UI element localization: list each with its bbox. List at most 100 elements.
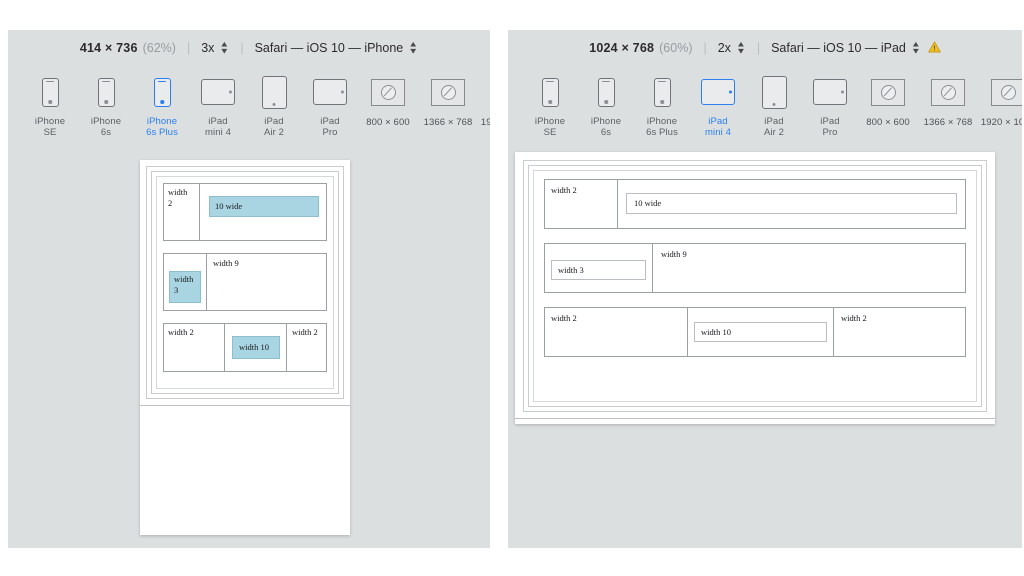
right-row2: width 3 width 9: [544, 243, 966, 293]
device-item-iphone-6s[interactable]: iPhone 6s: [78, 72, 134, 138]
device-item-iphone-se[interactable]: iPhone SE: [22, 72, 78, 138]
browser-window-icon: [371, 78, 405, 106]
device-item-ipad-air-2[interactable]: iPad Air 2: [246, 72, 302, 138]
left-row3-col-left: width 2: [164, 324, 225, 371]
tablet-portrait-icon: [261, 75, 287, 109]
right-row1-right-label: 10 wide: [634, 198, 662, 208]
right-dimensions-label[interactable]: 1024 × 768: [589, 41, 654, 55]
right-row1-col-right: 10 wide: [618, 180, 965, 228]
device-label-iphone-6s-plus: iPhone 6s Plus: [146, 116, 178, 138]
left-zoom-percent-label: (62%): [142, 41, 176, 55]
left-device-strip[interactable]: iPhone SE iPhone 6s iPhone 6s Plus iPad min…: [8, 66, 490, 138]
right-user-agent-label[interactable]: Safari — iOS 10 — iPad: [771, 41, 906, 55]
browser-window-icon: [931, 78, 965, 106]
phone-icon: [153, 77, 171, 107]
device-item-ipad-mini-4[interactable]: iPad mini 4: [690, 72, 746, 138]
device-item-iphone-6s-plus[interactable]: iPhone 6s Plus: [134, 72, 190, 138]
responsive-design-mode-panel-right: 1024 × 768 (60%) | 2x ▲ ▼ | Safari — iOS …: [508, 30, 1022, 548]
right-row2-col-left: width 3: [545, 244, 653, 292]
right-frame-outer: width 2 10 wide width 3 width 9 width 2 …: [523, 160, 987, 412]
left-row2-col-right: width 9: [207, 254, 326, 310]
left-header-separator-2: |: [240, 41, 244, 55]
left-frame-mid: width 2 10 wide width 3 width 9 width 2 …: [151, 171, 339, 394]
device-glyph-iphone-se: [541, 72, 559, 112]
left-row1-col-left: width 2: [164, 184, 200, 240]
device-item-ipad-mini-4[interactable]: iPad mini 4: [190, 72, 246, 138]
device-item-res-800[interactable]: 800 × 600: [358, 72, 418, 128]
right-header-bar: 1024 × 768 (60%) | 2x ▲ ▼ | Safari — iOS …: [508, 30, 1022, 66]
device-glyph-ipad-pro: [813, 72, 847, 112]
tablet-landscape-icon: [201, 79, 235, 105]
left-row2-right-label: width 9: [213, 258, 239, 268]
right-row3-left-label: width 2: [551, 313, 577, 323]
right-row2-right-label: width 9: [661, 249, 687, 259]
left-header-bar: 414 × 736 (62%) | 3x ▲ ▼ | Safari — iOS 1…: [8, 30, 490, 66]
phone-icon: [597, 77, 615, 107]
device-label-ipad-pro: iPad Pro: [320, 116, 340, 138]
left-user-agent-stepper-icon[interactable]: ▲ ▼: [408, 41, 418, 56]
device-item-res-1366[interactable]: 1366 × 768: [418, 72, 478, 128]
browser-window-icon: [991, 78, 1022, 106]
right-row2-inner-box: width 3: [551, 260, 646, 280]
device-glyph-res-1366: [931, 72, 965, 112]
right-user-agent-stepper-icon[interactable]: ▲ ▼: [911, 41, 921, 56]
device-glyph-ipad-pro: [313, 72, 347, 112]
device-label-res-1366: 1366 × 768: [923, 117, 973, 128]
device-item-ipad-air-2[interactable]: iPad Air 2: [746, 72, 802, 138]
right-frame-inner: width 2 10 wide width 3 width 9 width 2 …: [533, 170, 977, 402]
right-viewport-divider: [515, 418, 995, 419]
tablet-landscape-icon: [701, 79, 735, 105]
right-row3-middle-label: width 10: [701, 326, 731, 337]
device-label-ipad-air-2: iPad Air 2: [263, 116, 285, 138]
right-header-separator-2: |: [756, 41, 761, 55]
right-row3-inner-box: width 10: [694, 322, 827, 342]
safari-compass-icon: [380, 84, 396, 100]
browser-window-icon: [431, 78, 465, 106]
device-item-res-800[interactable]: 800 × 600: [858, 72, 918, 128]
device-label-res-1366: 1366 × 768: [423, 117, 473, 128]
right-device-strip[interactable]: iPhone SE iPhone 6s iPhone 6s Plus iPad min…: [508, 66, 1022, 138]
device-label-iphone-6s-plus: iPhone 6s Plus: [646, 116, 678, 138]
phone-icon: [653, 77, 671, 107]
left-row2: width 3 width 9: [163, 253, 327, 311]
left-row1: width 2 10 wide: [163, 183, 327, 241]
screenshot-root: 414 × 736 (62%) | 3x ▲ ▼ | Safari — iOS 1…: [0, 0, 1024, 576]
right-row2-left-label: width 3: [558, 264, 584, 275]
device-item-res-1366[interactable]: 1366 × 768: [918, 72, 978, 128]
left-viewport: width 2 10 wide width 3 width 9 width 2 …: [140, 160, 350, 535]
device-glyph-iphone-6s-plus: [653, 72, 671, 112]
device-glyph-iphone-6s-plus: [153, 72, 171, 112]
right-scale-label[interactable]: 2x: [718, 41, 731, 55]
right-row3: width 2 width 10 width 2: [544, 307, 966, 357]
device-glyph-iphone-6s: [597, 72, 615, 112]
responsive-design-mode-panel-left: 414 × 736 (62%) | 3x ▲ ▼ | Safari — iOS 1…: [8, 30, 490, 548]
left-dimensions-label[interactable]: 414 × 736: [80, 41, 138, 55]
device-glyph-iphone-se: [41, 72, 59, 112]
left-user-agent-label[interactable]: Safari — iOS 10 — iPhone: [255, 41, 404, 55]
device-label-iphone-6s: iPhone 6s: [90, 116, 122, 138]
device-label-res-1920: 1920 × 1080: [480, 117, 490, 128]
left-row1-highlight-box: 10 wide: [209, 196, 319, 217]
device-item-ipad-pro[interactable]: iPad Pro: [302, 72, 358, 138]
device-label-iphone-se: iPhone SE: [34, 116, 66, 138]
left-row2-highlight-box: width 3: [169, 271, 201, 303]
right-zoom-percent-label: (60%): [659, 41, 693, 55]
left-row3-col-middle: width 10: [225, 324, 287, 371]
device-item-iphone-se[interactable]: iPhone SE: [522, 72, 578, 138]
device-item-iphone-6s-plus[interactable]: iPhone 6s Plus: [634, 72, 690, 138]
device-item-iphone-6s[interactable]: iPhone 6s: [578, 72, 634, 138]
browser-window-icon: [871, 78, 905, 106]
left-row1-left-label: width 2: [168, 187, 188, 208]
left-scale-stepper-icon[interactable]: ▲ ▼: [219, 41, 229, 56]
warning-triangle-icon[interactable]: [928, 40, 941, 56]
tablet-landscape-icon: [313, 79, 347, 105]
phone-icon: [541, 77, 559, 107]
right-scale-stepper-icon[interactable]: ▲ ▼: [736, 41, 746, 56]
safari-compass-icon: [940, 84, 956, 100]
left-scale-label[interactable]: 3x: [201, 41, 214, 55]
device-item-res-1920[interactable]: 1920 × 1080: [478, 72, 490, 128]
device-glyph-res-800: [871, 72, 905, 112]
device-item-ipad-pro[interactable]: iPad Pro: [802, 72, 858, 138]
device-item-res-1920[interactable]: 1920 × 1080: [978, 72, 1022, 128]
device-label-ipad-mini-4: iPad mini 4: [705, 116, 731, 138]
